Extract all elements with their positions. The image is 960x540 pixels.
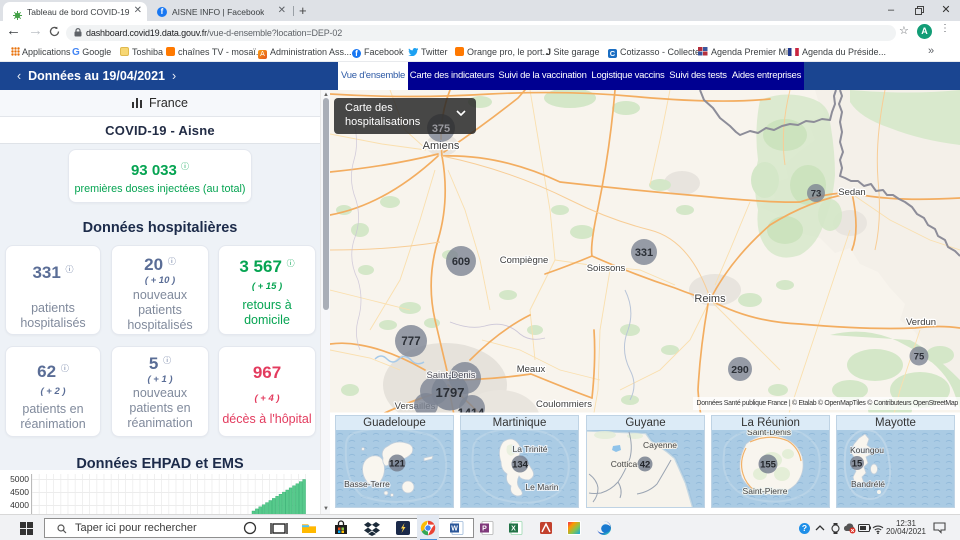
svg-text:290: 290: [731, 364, 749, 376]
svg-text:Saint-Pierre: Saint-Pierre: [743, 486, 788, 496]
svg-text:Saint-Denis: Saint-Denis: [426, 370, 475, 381]
svg-text:121: 121: [389, 459, 406, 470]
svg-text:Meaux: Meaux: [517, 364, 546, 375]
svg-text:4000: 4000: [10, 500, 29, 510]
svg-text:73: 73: [811, 189, 822, 200]
svg-text:Coulommiers: Coulommiers: [536, 399, 592, 410]
svg-text:W: W: [451, 526, 458, 533]
svg-text:Soissons: Soissons: [587, 263, 626, 274]
svg-text:75: 75: [914, 352, 925, 363]
svg-text:155: 155: [760, 460, 777, 471]
svg-text:42: 42: [640, 460, 651, 471]
svg-text:Cayenne: Cayenne: [643, 440, 677, 450]
svg-text:Verdun: Verdun: [906, 317, 936, 328]
svg-text:Sedan: Sedan: [838, 187, 865, 198]
svg-text:Koungou: Koungou: [850, 445, 884, 455]
svg-text:Bandrélé: Bandrélé: [851, 479, 885, 489]
svg-text:P: P: [482, 526, 487, 533]
svg-text:Cottica: Cottica: [611, 459, 638, 469]
svg-text:Reims: Reims: [694, 293, 726, 305]
svg-text:331: 331: [635, 247, 653, 259]
svg-text:15: 15: [852, 459, 863, 470]
svg-text:Basse-Terre: Basse-Terre: [344, 479, 390, 489]
svg-text:5000: 5000: [10, 474, 29, 484]
svg-text:Compiègne: Compiègne: [500, 255, 549, 266]
svg-text:134: 134: [512, 460, 529, 471]
svg-text:777: 777: [401, 336, 420, 348]
svg-text:Le Marin: Le Marin: [525, 482, 558, 492]
svg-text:609: 609: [452, 256, 470, 268]
svg-text:La Trinité: La Trinité: [513, 444, 548, 454]
svg-text:X: X: [511, 526, 516, 533]
svg-text:1797: 1797: [436, 385, 465, 400]
svg-text:4500: 4500: [10, 487, 29, 497]
